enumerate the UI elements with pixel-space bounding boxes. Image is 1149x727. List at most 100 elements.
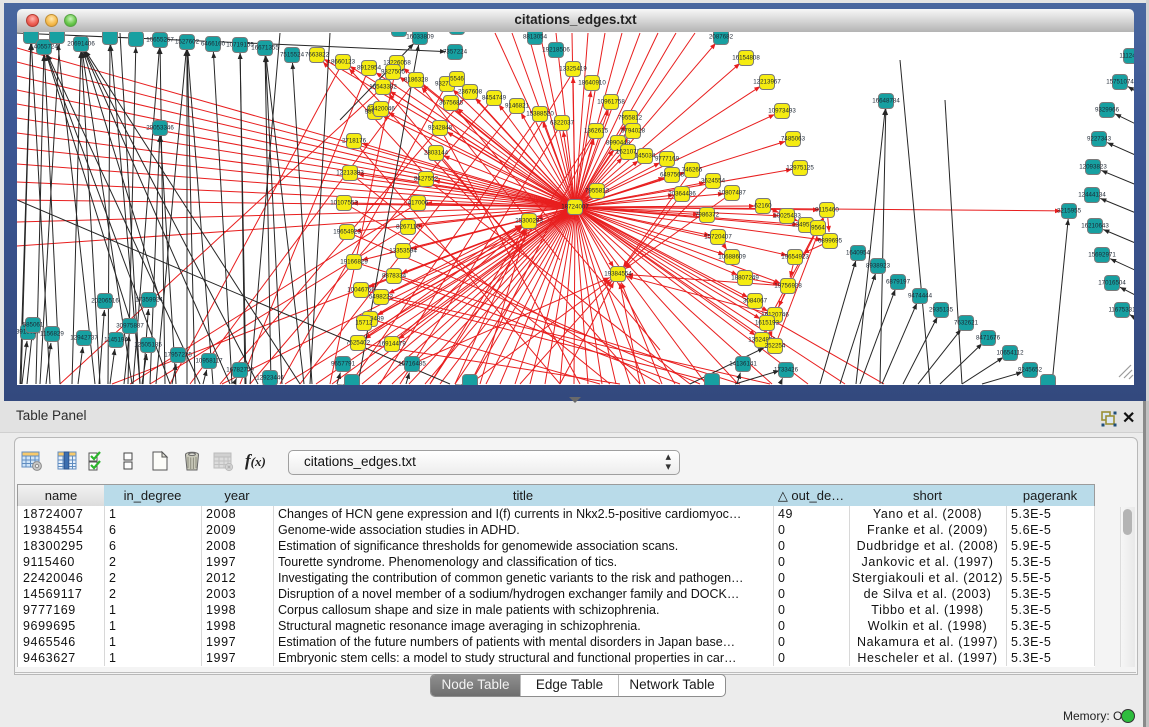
svg-text:9564: 9564 <box>811 225 825 232</box>
svg-text:10958117: 10958117 <box>195 358 223 365</box>
svg-text:15716485: 15716485 <box>398 361 426 368</box>
svg-text:19756928: 19756928 <box>774 283 802 290</box>
svg-text:12975125: 12975125 <box>786 165 814 172</box>
svg-text:1112472: 1112472 <box>1119 53 1134 60</box>
svg-text:6899695: 6899695 <box>818 238 843 245</box>
svg-text:7485063: 7485063 <box>781 136 806 143</box>
svg-text:9327505: 9327505 <box>381 69 406 76</box>
svg-text:10719155: 10719155 <box>226 42 254 49</box>
svg-text:7663822: 7663822 <box>305 52 330 59</box>
svg-text:585061: 585061 <box>23 322 44 329</box>
svg-text:10107553: 10107553 <box>330 200 358 207</box>
svg-text:2718176: 2718176 <box>342 138 367 145</box>
svg-text:17359924: 17359924 <box>135 297 163 304</box>
svg-text:16671355: 16671355 <box>251 45 279 52</box>
svg-text:2803144: 2803144 <box>424 150 449 157</box>
svg-text:20691406: 20691406 <box>67 41 95 48</box>
svg-text:10655267: 10655267 <box>146 37 174 44</box>
svg-text:23420046: 23420046 <box>367 106 395 113</box>
svg-text:10688609: 10688609 <box>718 254 746 261</box>
svg-text:3084067: 3084067 <box>743 298 768 305</box>
svg-text:30975887: 30975887 <box>116 323 144 330</box>
svg-text:252254: 252254 <box>765 343 786 350</box>
svg-text:12213967: 12213967 <box>753 79 781 86</box>
svg-text:9242848: 9242848 <box>428 125 453 132</box>
svg-text:2367608: 2367608 <box>458 89 483 96</box>
svg-text:6466160: 6466160 <box>201 41 226 48</box>
svg-text:9245652: 9245652 <box>1018 367 1043 374</box>
svg-text:3624554: 3624554 <box>701 178 726 185</box>
svg-text:17957225: 17957225 <box>164 352 192 359</box>
svg-text:16648784: 16648784 <box>872 98 900 105</box>
svg-text:20364436: 20364436 <box>668 191 696 198</box>
svg-text:9146821: 9146821 <box>505 103 530 110</box>
svg-text:7625402: 7625402 <box>346 340 371 347</box>
svg-text:25300293: 25300293 <box>515 218 543 225</box>
svg-text:7955813: 7955813 <box>585 188 610 195</box>
svg-text:6322037: 6322037 <box>550 120 575 127</box>
svg-text:16210643: 16210643 <box>1081 223 1109 230</box>
svg-text:18640910: 18640910 <box>578 80 606 87</box>
svg-text:9657791: 9657791 <box>331 361 356 368</box>
svg-text:9777169: 9777169 <box>655 156 680 163</box>
svg-text:15692971: 15692971 <box>1088 252 1116 259</box>
svg-text:10025433: 10025433 <box>773 213 801 220</box>
svg-text:7357224: 7357224 <box>443 49 468 56</box>
svg-text:18724007: 18724007 <box>561 204 589 211</box>
svg-text:7515524: 7515524 <box>280 52 305 59</box>
svg-text:19654923: 19654923 <box>333 229 361 236</box>
svg-text:14136141: 14136141 <box>729 361 757 368</box>
svg-text:10807487: 10807487 <box>718 190 746 197</box>
svg-text:6497568: 6497568 <box>660 172 685 179</box>
svg-text:1156829: 1156829 <box>40 331 64 338</box>
svg-text:9227343: 9227343 <box>1087 136 1112 143</box>
svg-text:8912954: 8912954 <box>357 65 382 72</box>
svg-text:16543382: 16543382 <box>369 84 397 91</box>
svg-text:5498222: 5498222 <box>369 294 394 301</box>
svg-text:11675331: 11675331 <box>1108 307 1134 314</box>
svg-text:2087682: 2087682 <box>709 34 734 41</box>
svg-text:13325419: 13325419 <box>559 66 587 73</box>
svg-text:1362615: 1362615 <box>584 128 609 135</box>
svg-text:9474444: 9474444 <box>908 293 933 300</box>
svg-text:3215955: 3215955 <box>1057 208 1082 215</box>
svg-text:10973493: 10973493 <box>768 108 796 115</box>
svg-text:8813054: 8813054 <box>523 34 548 41</box>
svg-text:8938923: 8938923 <box>866 263 891 270</box>
svg-text:18807249: 18807249 <box>731 275 759 282</box>
svg-text:10046766: 10046766 <box>347 287 375 294</box>
svg-text:746266: 746266 <box>682 167 703 174</box>
svg-text:13353594: 13353594 <box>389 248 417 255</box>
svg-text:19384554: 19384554 <box>604 271 632 278</box>
svg-text:10654112: 10654112 <box>996 350 1024 357</box>
svg-text:7955812: 7955812 <box>618 115 643 122</box>
svg-text:12093823: 12093823 <box>1079 164 1107 171</box>
svg-text:8660123: 8660123 <box>331 59 356 66</box>
svg-text:8454749: 8454749 <box>482 95 507 102</box>
svg-text:417006: 417006 <box>408 200 429 207</box>
svg-text:16782759: 16782759 <box>226 367 254 374</box>
svg-text:12505185: 12505185 <box>134 342 162 349</box>
svg-text:15388520: 15388520 <box>526 111 554 118</box>
svg-text:8186328: 8186328 <box>404 77 429 84</box>
svg-text:10961758: 10961758 <box>597 99 625 106</box>
svg-text:15751074: 15751074 <box>1106 79 1134 86</box>
svg-text:9329966: 9329966 <box>1095 107 1120 114</box>
svg-text:16154808: 16154808 <box>732 55 760 62</box>
svg-text:16033809: 16033809 <box>406 34 434 41</box>
svg-text:1527602: 1527602 <box>175 39 200 46</box>
svg-text:16914479: 16914479 <box>378 341 406 348</box>
svg-text:1615192: 1615192 <box>755 320 780 327</box>
svg-text:1640954: 1640954 <box>846 250 871 257</box>
svg-text:8427552: 8427552 <box>414 176 439 183</box>
svg-text:12942737: 12942737 <box>70 335 98 342</box>
svg-text:20206516: 20206516 <box>91 298 119 305</box>
svg-text:7986372: 7986372 <box>695 212 720 219</box>
svg-text:6794028: 6794028 <box>621 128 646 135</box>
svg-text:3675685: 3675685 <box>439 100 464 107</box>
svg-text:145034: 145034 <box>635 153 656 160</box>
svg-text:12213383: 12213383 <box>336 170 364 177</box>
svg-text:19166829: 19166829 <box>340 259 368 266</box>
svg-text:15712: 15712 <box>355 320 373 327</box>
svg-text:29053346: 29053346 <box>146 125 174 132</box>
